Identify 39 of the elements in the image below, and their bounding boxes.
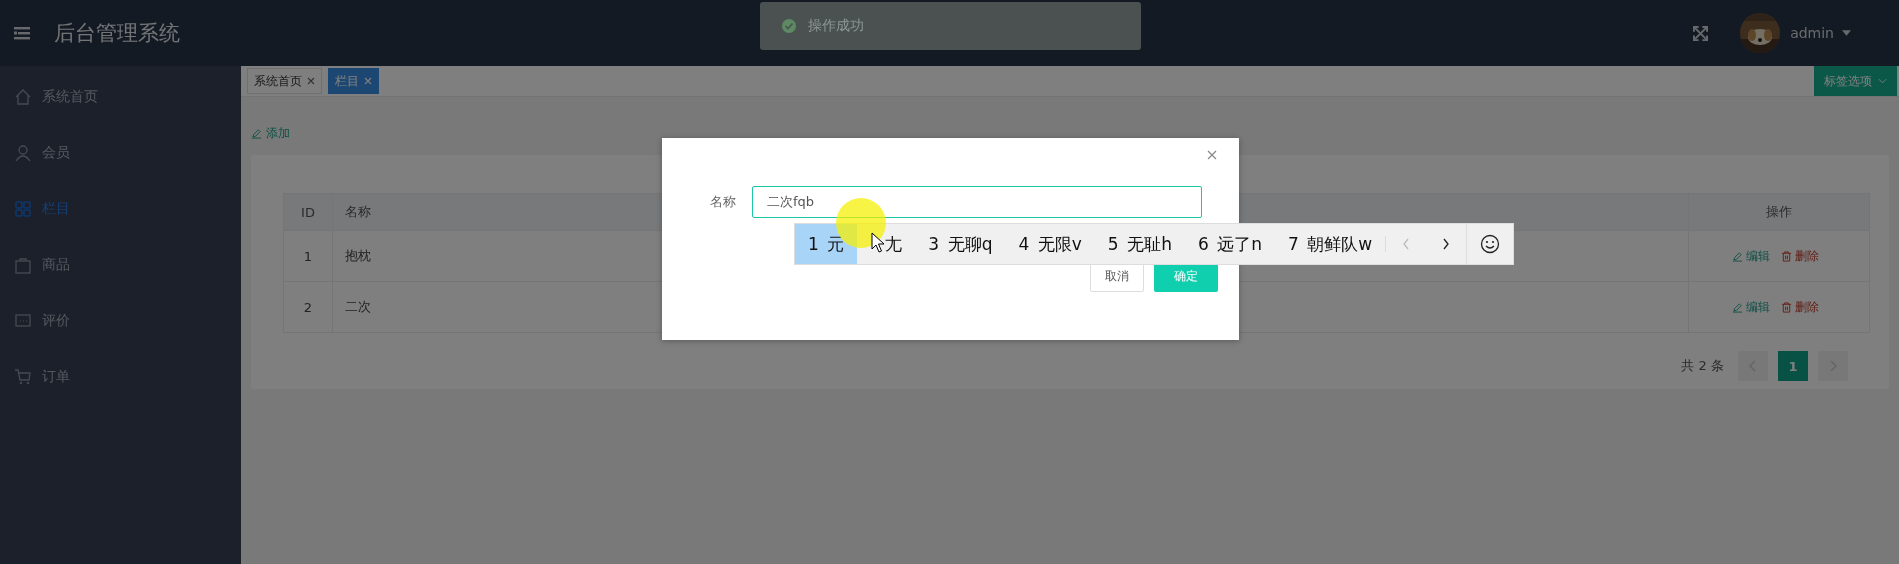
pencil-icon[interactable]	[1731, 250, 1743, 262]
home-icon	[14, 88, 32, 106]
tab-options-button[interactable]: 标签选项	[1814, 66, 1897, 96]
table-cell: 2	[283, 281, 333, 333]
close-icon[interactable]	[307, 77, 315, 85]
total-count: 共 2 条	[1681, 357, 1724, 375]
user-icon	[14, 144, 32, 162]
trash-icon[interactable]	[1780, 250, 1792, 262]
user-name[interactable]: admin	[1790, 25, 1834, 41]
menu-icon[interactable]	[14, 26, 30, 40]
sidebar-item[interactable]: 评价	[0, 293, 241, 349]
column-header: ID	[283, 193, 333, 231]
delete-link[interactable]: 删除	[1794, 298, 1819, 316]
page-button[interactable]: 1	[1778, 351, 1808, 381]
pencil-icon[interactable]	[1731, 301, 1743, 313]
table-cell: 1	[283, 230, 333, 282]
close-icon[interactable]	[1207, 150, 1217, 160]
edit-link[interactable]: 编辑	[1745, 298, 1770, 316]
grid-icon	[14, 200, 32, 218]
tab[interactable]: 系统首页	[247, 68, 322, 94]
pointer-icon	[871, 232, 885, 254]
chat-icon	[14, 312, 32, 330]
column-header: 操作	[1688, 193, 1870, 231]
name-field[interactable]: 二次fqb	[752, 186, 1202, 218]
field-label: 名称	[710, 193, 737, 211]
trash-icon[interactable]	[1780, 301, 1792, 313]
tab[interactable]: 栏目	[328, 68, 379, 94]
fullscreen-icon[interactable]	[1693, 25, 1709, 41]
toast-message: 操作成功	[808, 17, 864, 35]
edit-link[interactable]: 编辑	[1745, 247, 1770, 265]
pencil-icon[interactable]	[251, 127, 262, 139]
bag-icon	[14, 256, 32, 274]
app-title: 后台管理系统	[54, 20, 180, 47]
caret-icon[interactable]	[1842, 30, 1851, 36]
cart-icon	[14, 368, 32, 386]
check-icon	[782, 19, 796, 33]
chevron-icon[interactable]	[1878, 78, 1887, 84]
add-link[interactable]: 添加	[266, 124, 290, 142]
delete-link[interactable]: 删除	[1794, 247, 1819, 265]
